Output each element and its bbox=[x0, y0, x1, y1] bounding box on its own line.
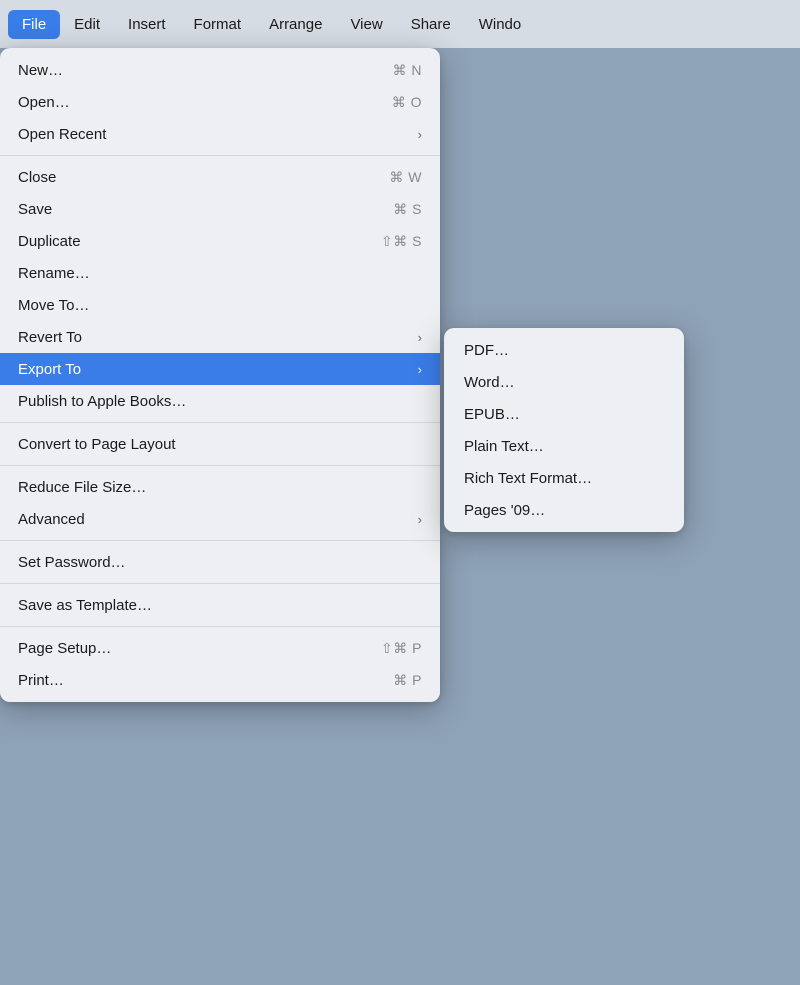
submenu-item-pdf[interactable]: PDF… bbox=[444, 334, 684, 366]
arrow-icon: › bbox=[418, 127, 422, 142]
dropdown-wrapper: New… ⌘ N Open… ⌘ O Open Recent › Close ⌘… bbox=[0, 48, 684, 702]
arrow-icon-export: › bbox=[418, 362, 422, 377]
submenu-item-word[interactable]: Word… bbox=[444, 366, 684, 398]
menu-item-new[interactable]: New… ⌘ N bbox=[0, 54, 440, 86]
menu-bar-format[interactable]: Format bbox=[180, 10, 256, 39]
menu-bar-insert[interactable]: Insert bbox=[114, 10, 180, 39]
menu-bar-window[interactable]: Windo bbox=[465, 10, 536, 39]
menu-item-close[interactable]: Close ⌘ W bbox=[0, 161, 440, 193]
arrow-icon-revert: › bbox=[418, 330, 422, 345]
menu-item-set-password[interactable]: Set Password… bbox=[0, 546, 440, 578]
menu-item-save-template[interactable]: Save as Template… bbox=[0, 589, 440, 621]
export-submenu: PDF… Word… EPUB… Plain Text… Rich Text F… bbox=[444, 328, 684, 532]
menu-item-advanced[interactable]: Advanced › bbox=[0, 503, 440, 535]
submenu-item-rich-text[interactable]: Rich Text Format… bbox=[444, 462, 684, 494]
file-menu: New… ⌘ N Open… ⌘ O Open Recent › Close ⌘… bbox=[0, 48, 440, 702]
menu-item-duplicate[interactable]: Duplicate ⇧⌘ S bbox=[0, 225, 440, 257]
menu-bar-edit[interactable]: Edit bbox=[60, 10, 114, 39]
separator-4 bbox=[0, 540, 440, 541]
separator-5 bbox=[0, 583, 440, 584]
menu-item-save[interactable]: Save ⌘ S bbox=[0, 193, 440, 225]
menu-item-publish[interactable]: Publish to Apple Books… bbox=[0, 385, 440, 417]
menu-item-open[interactable]: Open… ⌘ O bbox=[0, 86, 440, 118]
menu-bar: File Edit Insert Format Arrange View Sha… bbox=[0, 0, 800, 48]
menu-item-export-to[interactable]: Export To › bbox=[0, 353, 440, 385]
arrow-icon-advanced: › bbox=[418, 512, 422, 527]
menu-item-open-recent[interactable]: Open Recent › bbox=[0, 118, 440, 150]
separator-1 bbox=[0, 155, 440, 156]
menu-bar-share[interactable]: Share bbox=[397, 10, 465, 39]
menu-item-print[interactable]: Print… ⌘ P bbox=[0, 664, 440, 696]
menu-item-revert-to[interactable]: Revert To › bbox=[0, 321, 440, 353]
menu-item-rename[interactable]: Rename… bbox=[0, 257, 440, 289]
menu-bar-file[interactable]: File bbox=[8, 10, 60, 39]
menu-item-page-setup[interactable]: Page Setup… ⇧⌘ P bbox=[0, 632, 440, 664]
menu-bar-view[interactable]: View bbox=[336, 10, 396, 39]
menu-item-move-to[interactable]: Move To… bbox=[0, 289, 440, 321]
menu-item-reduce[interactable]: Reduce File Size… bbox=[0, 471, 440, 503]
submenu-item-pages09[interactable]: Pages '09… bbox=[444, 494, 684, 526]
separator-6 bbox=[0, 626, 440, 627]
menu-bar-arrange[interactable]: Arrange bbox=[255, 10, 336, 39]
submenu-item-plain-text[interactable]: Plain Text… bbox=[444, 430, 684, 462]
submenu-item-epub[interactable]: EPUB… bbox=[444, 398, 684, 430]
menu-item-convert[interactable]: Convert to Page Layout bbox=[0, 428, 440, 460]
separator-2 bbox=[0, 422, 440, 423]
separator-3 bbox=[0, 465, 440, 466]
